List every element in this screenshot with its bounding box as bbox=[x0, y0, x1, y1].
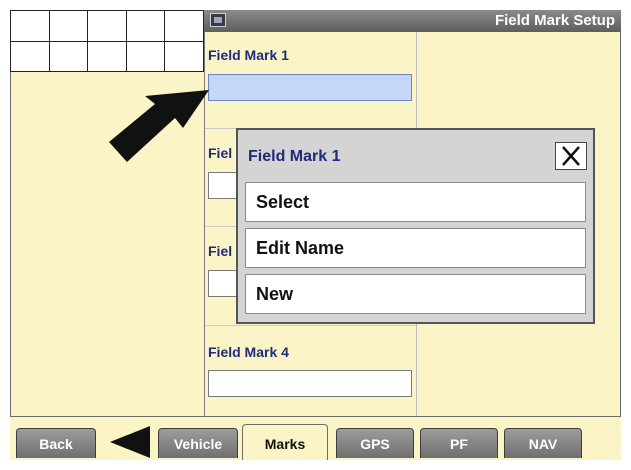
tab-nav[interactable]: NAV bbox=[504, 428, 582, 458]
dialog-title: Field Mark 1 bbox=[248, 148, 341, 165]
back-button[interactable]: Back bbox=[16, 428, 96, 458]
grid-cell bbox=[88, 41, 127, 72]
new-button[interactable]: New bbox=[245, 274, 586, 314]
grid-cell bbox=[126, 41, 166, 72]
tab-gps[interactable]: GPS bbox=[336, 428, 414, 458]
field-mark-dialog: Field Mark 1 Select Edit Name New bbox=[236, 128, 595, 324]
grid-cell bbox=[165, 11, 204, 42]
grid-cell bbox=[165, 41, 204, 72]
select-button[interactable]: Select bbox=[245, 182, 586, 222]
tab-pf[interactable]: PF bbox=[420, 428, 498, 458]
status-grid bbox=[10, 10, 204, 72]
back-arrow-icon[interactable] bbox=[106, 426, 152, 458]
page-title: Field Mark Setup bbox=[494, 12, 615, 29]
grid-cell bbox=[49, 41, 89, 72]
grid-cell bbox=[126, 11, 166, 42]
title-bar: Field Mark Setup bbox=[204, 10, 621, 32]
field-mark-4-label: Field Mark 4 bbox=[208, 344, 289, 360]
grid-cell bbox=[11, 41, 50, 72]
field-mark-4-input[interactable] bbox=[208, 370, 412, 397]
field-mark-1-input[interactable] bbox=[208, 74, 412, 101]
display-icon bbox=[210, 13, 226, 27]
close-icon bbox=[562, 146, 580, 166]
divider bbox=[205, 325, 416, 326]
pointer-arrow-icon bbox=[109, 90, 209, 162]
grid-cell bbox=[49, 11, 89, 42]
field-mark-3-label: Fiel bbox=[208, 243, 233, 259]
tab-marks[interactable]: Marks bbox=[242, 424, 328, 460]
grid-cell bbox=[88, 11, 127, 42]
edit-name-button[interactable]: Edit Name bbox=[245, 228, 586, 268]
grid-cell bbox=[11, 11, 50, 42]
close-button[interactable] bbox=[555, 142, 587, 170]
tab-vehicle[interactable]: Vehicle bbox=[158, 428, 238, 458]
field-mark-1-label: Field Mark 1 bbox=[208, 47, 289, 63]
